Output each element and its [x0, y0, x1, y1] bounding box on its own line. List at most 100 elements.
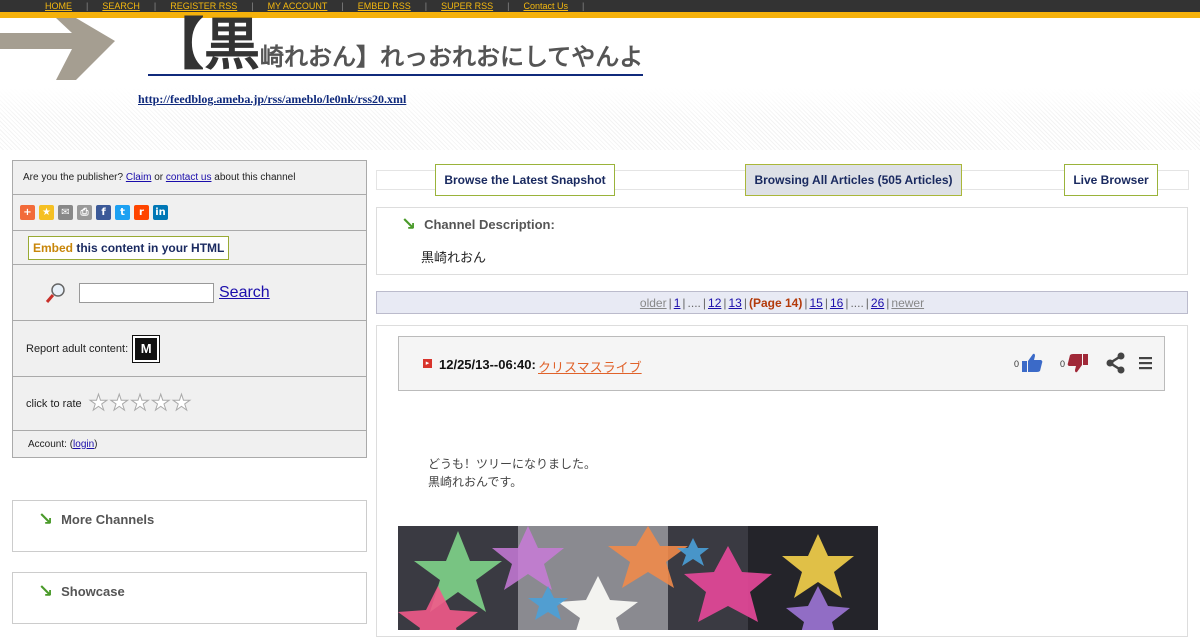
channel-description-heading: ↘ Channel Description: — [401, 214, 555, 235]
green-arrow-icon: ↘ — [38, 509, 54, 530]
pager-newer[interactable]: newer — [891, 296, 924, 310]
pager-page-26[interactable]: 26 — [871, 296, 884, 310]
linkedin-icon[interactable]: in — [153, 205, 168, 220]
claim-link[interactable]: Claim — [126, 172, 152, 183]
article-date: 12/25/13--06:40: — [439, 357, 536, 372]
report-adult-row: Report adult content: M — [13, 321, 366, 377]
nav-embed-rss[interactable]: EMBED RSS | — [358, 1, 441, 11]
nav-search[interactable]: SEARCH | — [102, 1, 170, 11]
mature-badge-letter: M — [140, 340, 152, 356]
nav-register-rss-link[interactable]: REGISTER RSS — [170, 1, 237, 11]
nav-super-rss[interactable]: SUPER RSS | — [441, 1, 523, 11]
facebook-icon[interactable]: f — [96, 205, 111, 220]
top-nav-bar: HOME | SEARCH | REGISTER RSS | MY ACCOUNT | … — [0, 0, 1200, 12]
pager-dots: .... — [687, 295, 701, 310]
claim-prefix: Are you the publisher? — [23, 172, 124, 183]
star-3-icon[interactable]: ★ — [130, 391, 151, 417]
star-4-icon[interactable]: ★ — [150, 391, 171, 417]
tab-all-articles[interactable]: Browsing All Articles (505 Articles) — [745, 164, 962, 196]
search-input[interactable] — [79, 282, 214, 303]
upvote-count: 0 — [1014, 359, 1020, 369]
channel-description-box: ↘ Channel Description: 黒崎れおん — [376, 207, 1188, 275]
report-adult-label: Report adult content: — [26, 342, 129, 355]
login-link[interactable]: login — [73, 439, 94, 450]
nav-register-rss[interactable]: REGISTER RSS | — [170, 1, 267, 11]
menu-icon[interactable] — [1135, 352, 1157, 374]
article-body: どうも！ツリーになりました。 黒崎れおんです。 — [428, 455, 596, 491]
channel-tools-box: Are you the publisher? Claim or contact … — [12, 160, 367, 458]
downvote-count: 0 — [1060, 359, 1066, 369]
pager-dots: .... — [850, 295, 864, 310]
embed-row: Embed this content in your HTML — [13, 231, 366, 265]
more-channels-box: ↘ More Channels — [12, 500, 367, 552]
title-main: 【黒 — [148, 13, 260, 78]
embed-rest: this content in your HTML — [76, 240, 225, 255]
site-header: 【黒 崎れおん】れっおれおにしてやんよ http://feedblog.ameba… — [0, 18, 1200, 150]
print-icon[interactable]: ⎙ — [77, 205, 92, 220]
pager-page-16[interactable]: 16 — [830, 296, 843, 310]
nav-my-account-link[interactable]: MY ACCOUNT — [268, 1, 328, 11]
pager-page-13[interactable]: 13 — [729, 296, 742, 310]
nav-my-account[interactable]: MY ACCOUNT | — [268, 1, 358, 11]
claim-row: Are you the publisher? Claim or contact … — [13, 161, 366, 195]
magnifier-icon — [45, 282, 65, 303]
feed-url-link[interactable]: http://feedblog.ameba.jp/rss/ameblo/le0n… — [138, 92, 406, 107]
star-2-icon[interactable]: ★ — [109, 391, 130, 417]
more-channels-heading[interactable]: ↘ More Channels — [38, 509, 154, 530]
rating-stars: ★ ★ ★ ★ ★ — [88, 391, 192, 417]
share-buttons: + ★ ✉ ⎙ f t r in — [13, 195, 366, 231]
star-icon[interactable]: ★ — [39, 205, 54, 220]
stars-photo-image — [398, 526, 878, 630]
email-icon[interactable]: ✉ — [58, 205, 73, 220]
article-title-link[interactable]: クリスマスライブ — [538, 357, 642, 376]
embed-button[interactable]: Embed this content in your HTML — [28, 235, 230, 260]
nav-home[interactable]: HOME | — [45, 1, 102, 11]
more-channels-label: More Channels — [61, 512, 155, 527]
tab-live-browser[interactable]: Live Browser — [1064, 164, 1158, 196]
article-photo — [398, 526, 878, 630]
star-5-icon[interactable]: ★ — [171, 391, 192, 417]
arrow-logo-icon — [0, 18, 115, 80]
embed-word: Embed — [33, 240, 74, 255]
nav-separator: | — [341, 1, 344, 11]
rating-row: click to rate ★ ★ ★ ★ ★ — [13, 377, 366, 431]
pager-page-15[interactable]: 15 — [809, 296, 822, 310]
showcase-label: Showcase — [61, 584, 125, 599]
search-row: Search — [13, 265, 366, 321]
reddit-icon[interactable]: r — [134, 205, 149, 220]
showcase-heading[interactable]: ↘ Showcase — [38, 581, 125, 602]
nav-contact-us[interactable]: Contact Us | — [523, 1, 598, 11]
search-button[interactable]: Search — [219, 284, 270, 302]
pager-older[interactable]: older — [640, 296, 667, 310]
page-title[interactable]: 【黒 崎れおん】れっおれおにしてやんよ — [148, 13, 644, 78]
pager-page-12[interactable]: 12 — [708, 296, 721, 310]
plus-icon[interactable]: + — [20, 205, 35, 220]
share-icon[interactable] — [1105, 352, 1127, 374]
nav-separator: | — [86, 1, 89, 11]
nav-home-link[interactable]: HOME — [45, 1, 72, 11]
star-1-icon[interactable]: ★ — [88, 391, 109, 417]
twitter-icon[interactable]: t — [115, 205, 130, 220]
article-body-line: 黒崎れおんです。 — [428, 475, 523, 489]
pager-page-1[interactable]: 1 — [674, 296, 681, 310]
green-arrow-icon: ↘ — [38, 581, 54, 602]
article-bullet-icon: ▸ — [423, 359, 432, 368]
nav-super-rss-link[interactable]: SUPER RSS — [441, 1, 493, 11]
nav-separator: | — [582, 1, 585, 11]
thumbs-up-icon[interactable] — [1021, 352, 1043, 374]
nav-separator: | — [424, 1, 428, 11]
claim-suffix: about this channel — [214, 172, 296, 183]
pagination: older | 1 | .... | 12 | 13 | (Page 14) | 15 | 1… — [376, 291, 1188, 314]
article-body-line: どうも！ツリーになりました。 — [428, 457, 597, 471]
nav-embed-rss-link[interactable]: EMBED RSS — [358, 1, 411, 11]
contact-us-link[interactable]: contact us — [166, 172, 212, 183]
claim-or: or — [154, 172, 164, 183]
tab-latest-snapshot[interactable]: Browse the Latest Snapshot — [435, 164, 615, 196]
title-rest: 崎れおん】れっおれおにしてやんよ — [260, 43, 644, 71]
mature-rating-icon[interactable]: M — [132, 334, 161, 363]
account-prefix: Account: ( — [28, 438, 74, 450]
thumbs-down-icon[interactable] — [1067, 352, 1089, 374]
left-sidebar: Are you the publisher? Claim or contact … — [12, 160, 367, 458]
nav-contact-us-link[interactable]: Contact Us — [523, 1, 568, 11]
nav-search-link[interactable]: SEARCH — [102, 1, 140, 11]
